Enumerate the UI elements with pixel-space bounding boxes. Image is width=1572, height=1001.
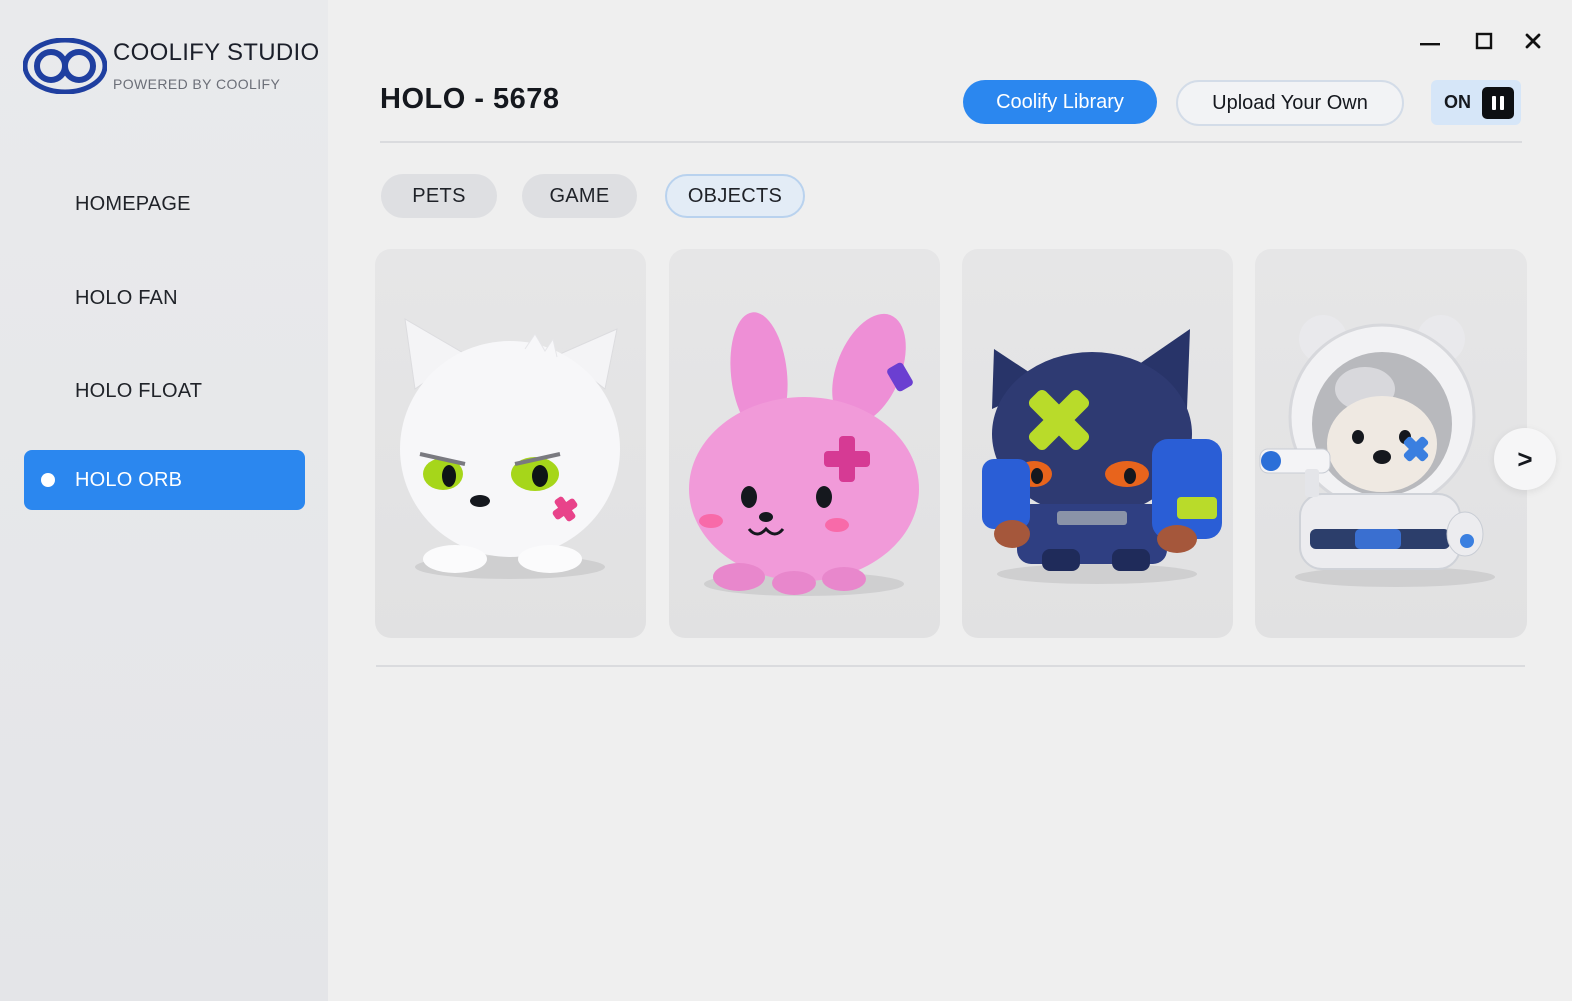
- sidebar-item-label: HOLO FLOAT: [75, 379, 203, 402]
- chip-game[interactable]: GAME: [522, 174, 637, 218]
- brand: COOLIFY STUDIO POWERED BY COOLIFY: [23, 36, 323, 100]
- minimize-icon: [1420, 43, 1440, 46]
- app-name: COOLIFY STUDIO: [113, 39, 320, 66]
- next-arrow-button[interactable]: >: [1494, 428, 1556, 490]
- app-subtitle: POWERED BY COOLIFY: [113, 76, 281, 92]
- page-title: HOLO - 5678: [380, 83, 560, 115]
- close-icon: [1525, 33, 1541, 49]
- gallery-divider: [376, 665, 1525, 667]
- pink-bunny-figure: [689, 312, 919, 596]
- sidebar-item-label: HOLO ORB: [75, 468, 183, 491]
- navy-cat-warrior-figure: [982, 329, 1222, 584]
- infinity-ring-logo: [23, 38, 107, 94]
- close-button[interactable]: [1520, 28, 1546, 54]
- sidebar-item-label: HOMEPAGE: [75, 192, 191, 215]
- on-toggle[interactable]: ON: [1431, 80, 1521, 125]
- sidebar-item-holo-fan[interactable]: HOLO FAN: [24, 268, 305, 328]
- white-wolf-figure: [400, 318, 620, 579]
- upload-your-own-button[interactable]: Upload Your Own: [1176, 80, 1404, 126]
- toggle-label: ON: [1444, 92, 1471, 112]
- gallery-card[interactable]: [962, 249, 1233, 638]
- sidebar-item-holo-orb[interactable]: HOLO ORB: [24, 450, 305, 510]
- minimize-button[interactable]: [1417, 28, 1443, 54]
- sidebar-item-label: HOLO FAN: [75, 286, 178, 309]
- header-divider: [380, 141, 1522, 143]
- coolify-library-button[interactable]: Coolify Library: [963, 80, 1157, 124]
- astronaut-bear-figure: [1259, 315, 1495, 587]
- sidebar-item-homepage[interactable]: HOMEPAGE: [24, 174, 305, 234]
- pause-icon: [1482, 87, 1514, 119]
- maximize-button[interactable]: [1471, 28, 1497, 54]
- chip-pets[interactable]: PETS: [381, 174, 497, 218]
- sidebar-item-holo-float[interactable]: HOLO FLOAT: [24, 361, 305, 421]
- sidebar: COOLIFY STUDIO POWERED BY COOLIFY HOMEPA…: [0, 0, 328, 1001]
- active-dot-icon: [41, 473, 55, 487]
- gallery-card[interactable]: [1255, 249, 1527, 638]
- gallery-card[interactable]: [375, 249, 646, 638]
- gallery-card[interactable]: [669, 249, 940, 638]
- maximize-icon: [1475, 32, 1493, 50]
- chip-objects[interactable]: OBJECTS: [665, 174, 805, 218]
